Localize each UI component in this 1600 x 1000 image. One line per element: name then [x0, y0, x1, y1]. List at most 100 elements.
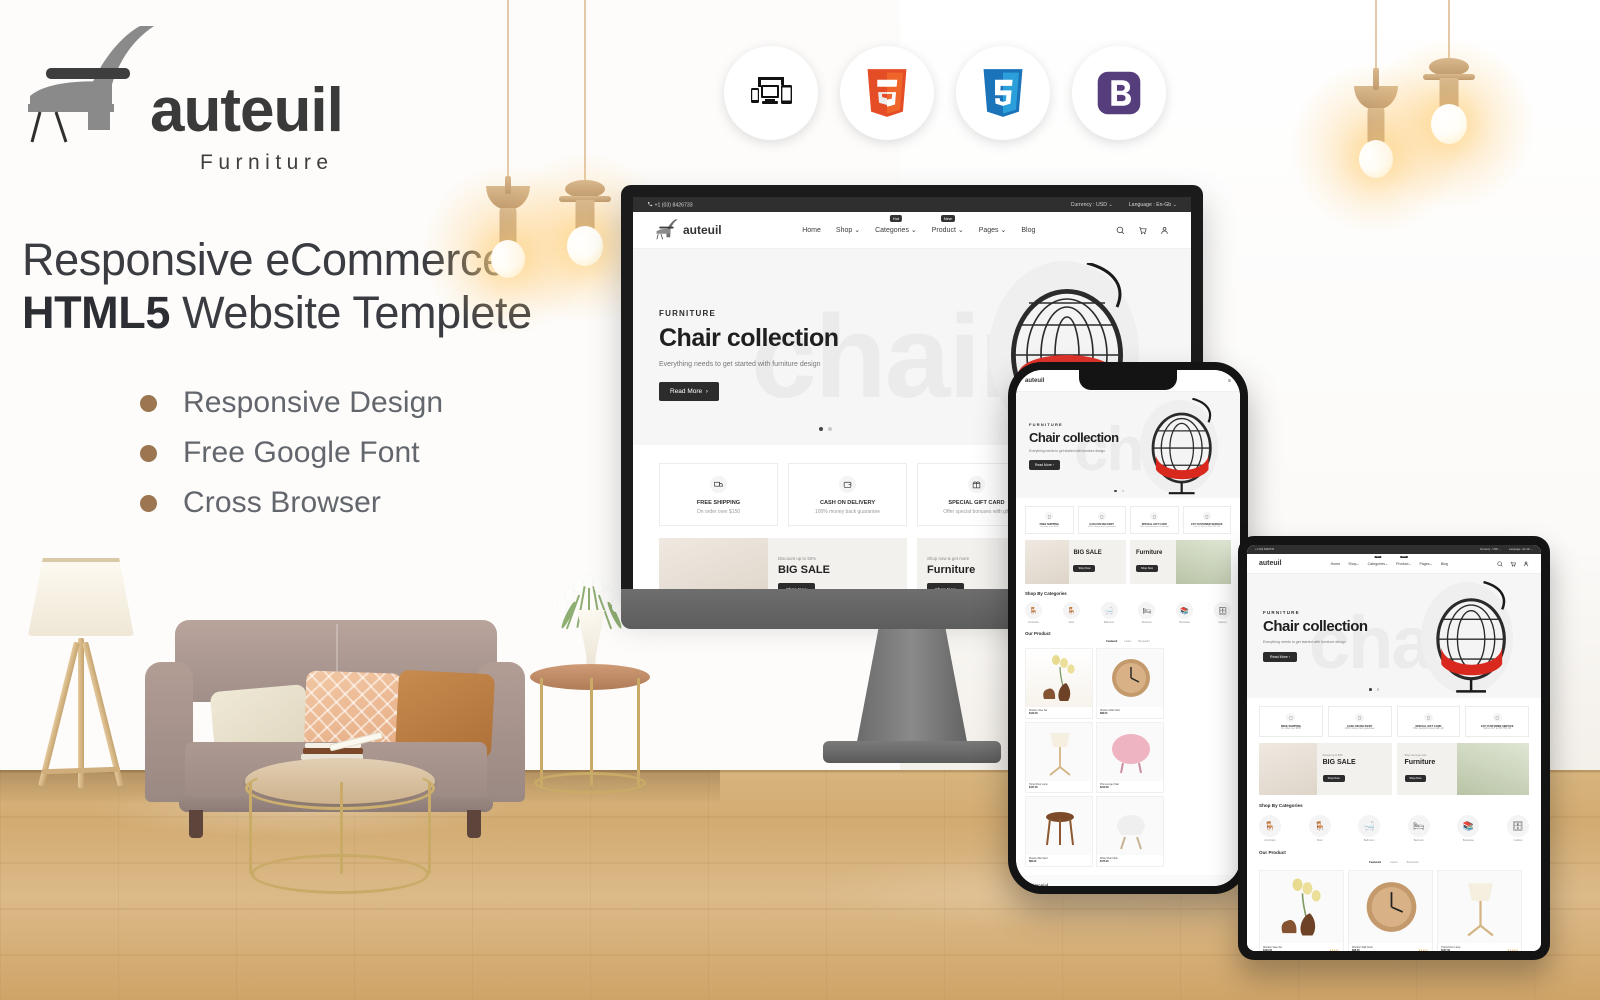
bullet-icon [140, 444, 157, 462]
stool-icon[interactable]: 🪑 [1062, 602, 1080, 619]
language-selector[interactable]: Language : En-Gb ⌄ [1509, 548, 1533, 551]
nav-item-home[interactable]: Home [1331, 562, 1341, 566]
pendant-lamp [1364, 0, 1534, 209]
bullet-icon [140, 494, 157, 512]
armchair-icon[interactable]: 🪑 [1025, 602, 1042, 619]
bedroom-icon[interactable]: 🛏 [1138, 602, 1156, 619]
nav-item-categories[interactable]: Hot Categories ⌄ [875, 215, 917, 234]
tab-latest[interactable]: Latest [1124, 640, 1131, 643]
nav-item-pages[interactable]: Pages⌄ [1419, 562, 1432, 566]
nav-item-blog[interactable]: Blog [1441, 562, 1448, 566]
category-label: Cabinet [1513, 839, 1523, 842]
promo-eyebrow: Discount up to 50% [1322, 755, 1343, 757]
tab-latest[interactable]: Latest [1390, 860, 1398, 864]
promo-title: BIG SALE [1322, 759, 1356, 766]
bathroom-icon[interactable]: 🛁 [1100, 602, 1118, 619]
hanging-chair-image [1409, 580, 1527, 696]
stool-icon[interactable]: 🪑 [1308, 815, 1331, 837]
headline-html5: HTML5 [22, 286, 170, 338]
bookcase-icon[interactable]: 📚 [1457, 815, 1480, 837]
hero-carousel-dots[interactable] [819, 427, 832, 431]
feature-list: Responsive Design Free Google Font Cross… [140, 378, 443, 528]
product-price: $147.00 [1441, 949, 1451, 951]
tab-bestseller[interactable]: Bestseller [1138, 640, 1149, 643]
product-card[interactable]: Pink Lounge Chair $210.00 [1096, 722, 1164, 793]
bookcase-icon[interactable]: 📚 [1176, 602, 1194, 619]
brand-tagline: Furniture [200, 151, 334, 174]
html5-badge [840, 46, 934, 140]
promo-card[interactable]: Furniture Shop Now [1130, 540, 1231, 584]
hero-carousel-dots[interactable] [1114, 489, 1124, 492]
category-label: Armchairs [1264, 839, 1276, 842]
product-card[interactable]: Sale Wooden Wall Clock$98.00 [1096, 648, 1164, 719]
product-card[interactable]: Wooden Vase Set $120.00 [1025, 648, 1093, 719]
promo-button[interactable]: Shop Now [1073, 565, 1096, 572]
language-selector[interactable]: Language : En-Gb ⌄ [1129, 202, 1177, 208]
nav-item-product[interactable]: New Product ⌄ [932, 215, 964, 234]
nav-tag-new: New [940, 215, 955, 222]
promo-button[interactable]: Shop Now [1404, 775, 1427, 782]
nav-item-shop[interactable]: Shop ⌄ [836, 226, 860, 234]
read-more-button[interactable]: Read More › [1263, 652, 1297, 662]
read-more-button[interactable]: Read More › [1029, 460, 1060, 470]
nav-item-product[interactable]: New Product⌄ [1396, 555, 1411, 566]
product-card[interactable]: Wooden Vase Set $120.00 ★★★★☆ [1259, 870, 1344, 951]
nav-item-shop[interactable]: Shop⌄ [1348, 562, 1359, 566]
topbar-phone: +1 (03) 8426733 [1255, 548, 1275, 551]
promo-button[interactable]: Shop Now [1136, 565, 1158, 572]
product-card[interactable]: Sale Wooden Wall Clock$98.00★★★★☆ [1348, 870, 1433, 951]
category-label: Stool [1068, 621, 1075, 624]
hero-subtitle: Everything needs to get started with fur… [659, 361, 821, 368]
cabinet-icon[interactable]: 🗄 [1506, 815, 1529, 837]
promo-button[interactable]: Shop Now [1322, 775, 1345, 782]
promo-title: Furniture [1404, 759, 1436, 766]
bedroom-icon[interactable]: 🛏 [1407, 815, 1430, 837]
product-card[interactable]: Tripod Floor Lamp $147.00 ★★★★★ [1437, 870, 1522, 951]
cart-icon[interactable] [1510, 561, 1516, 567]
hero-carousel-dots[interactable] [1369, 688, 1380, 691]
read-more-button[interactable]: Read More › [659, 382, 719, 401]
nav-item-blog[interactable]: Blog [1021, 227, 1035, 234]
nav-tag-hot: Hot [1374, 555, 1382, 558]
phone-screen: auteuil ≡ chair [1016, 370, 1240, 886]
category-label: Bathroom [1103, 621, 1115, 624]
category-label: Cabinet [1218, 621, 1227, 624]
product-card[interactable]: Tripod Floor Lamp $147.00 [1025, 722, 1093, 793]
categories-heading: Shop By Categories [1025, 591, 1067, 596]
category-label: Bookcase [1179, 621, 1190, 624]
tech-badge-row [724, 46, 1166, 140]
poster-canvas: auteuil Furniture Responsive eCommerce H… [0, 0, 1600, 1000]
promo-title: Furniture [1136, 550, 1163, 556]
promo-card[interactable]: Discount up to 50% BIG SALE Shop Now [659, 538, 907, 593]
nav-item-home[interactable]: Home [802, 227, 821, 234]
tab-bestseller[interactable]: Bestseller [1407, 860, 1419, 864]
promo-card[interactable]: Shop now & get more Furniture Shop Now [1396, 743, 1529, 795]
search-icon[interactable] [1116, 226, 1125, 235]
site-logo[interactable]: auteuil [655, 218, 722, 242]
bathroom-icon[interactable]: 🛁 [1358, 815, 1381, 837]
phone-notch [1079, 370, 1177, 390]
currency-selector[interactable]: Currency : USD ⌄ [1480, 548, 1501, 551]
nav-item-pages[interactable]: Pages ⌄ [979, 226, 1007, 234]
currency-selector[interactable]: Currency : USD ⌄ [1071, 202, 1113, 208]
armchair-icon[interactable]: 🪑 [1259, 815, 1281, 837]
bullet-icon [140, 394, 157, 412]
cart-icon[interactable] [1138, 226, 1147, 235]
product-card[interactable]: Sale Wooden Bar Stool$86.00 [1025, 796, 1093, 867]
category-label: Bathroom [1363, 839, 1375, 842]
promo-card[interactable]: Discount up to 50% BIG SALE Shop Now [1259, 743, 1392, 795]
tab-featured[interactable]: Featured [1106, 640, 1117, 643]
account-icon[interactable] [1160, 226, 1169, 235]
cabinet-icon[interactable]: 🗄 [1213, 602, 1231, 619]
hero-subtitle: Everything needs to get started with fur… [1263, 640, 1346, 644]
nav-item-categories[interactable]: Hot Categories⌄ [1368, 555, 1388, 566]
product-card[interactable]: White Shell Chair $175.00 [1096, 796, 1164, 867]
hero-title: Chair collection [659, 324, 839, 352]
service-subtitle: Offer special bonuses with gift [1139, 526, 1169, 528]
product-rating: ★★★★☆ [1329, 949, 1340, 951]
service-title: FREE SHIPPING [696, 500, 741, 506]
tab-featured[interactable]: Featured [1369, 860, 1381, 864]
promo-card[interactable]: BIG SALE Shop Now [1025, 540, 1126, 584]
search-icon[interactable] [1497, 560, 1503, 567]
account-icon[interactable] [1523, 561, 1529, 567]
